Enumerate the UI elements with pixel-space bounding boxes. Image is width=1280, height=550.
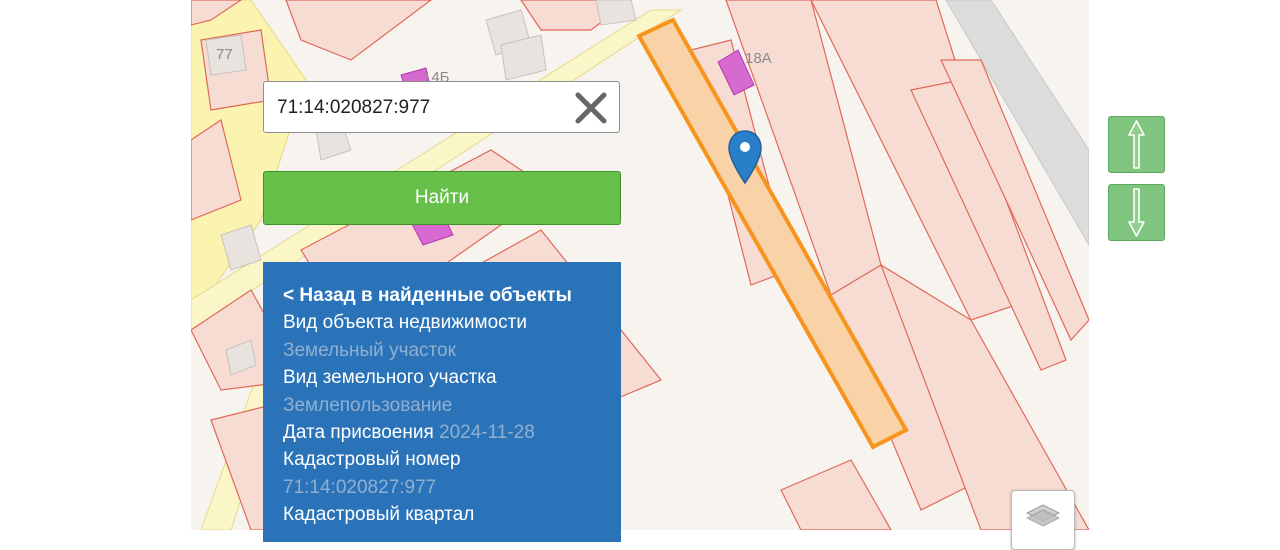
search-box bbox=[263, 81, 620, 133]
close-icon[interactable] bbox=[572, 89, 610, 127]
back-to-results-link[interactable]: < Назад в найденные объекты bbox=[283, 282, 621, 309]
layers-button[interactable] bbox=[1011, 490, 1075, 550]
layers-icon bbox=[1025, 504, 1061, 527]
map-marker-icon[interactable] bbox=[727, 129, 763, 185]
info-panel: < Назад в найденные объекты Вид объекта … bbox=[263, 262, 621, 542]
search-input[interactable] bbox=[277, 94, 567, 122]
map-label-18a: 18А bbox=[745, 50, 772, 67]
arrow-up-button[interactable] bbox=[1108, 116, 1165, 173]
date-label: Дата присвоения bbox=[283, 422, 434, 444]
date-row: Дата присвоения 2024-11-28 bbox=[283, 419, 621, 446]
arrow-down-button[interactable] bbox=[1108, 184, 1165, 241]
date-value: 2024-11-28 bbox=[439, 422, 535, 444]
cadastral-number-label: Кадастровый номер bbox=[283, 449, 461, 471]
object-type-label: Вид объекта недвижимости bbox=[283, 312, 527, 334]
cadastral-number-value: 71:14:020827:977 bbox=[283, 476, 437, 498]
arrow-down-icon bbox=[1128, 188, 1145, 237]
map-label-77: 77 bbox=[216, 46, 233, 63]
arrow-up-icon bbox=[1128, 120, 1145, 169]
cadastral-quarter-label: Кадастровый квартал bbox=[283, 504, 475, 526]
land-type-value: Землепользование bbox=[283, 394, 453, 416]
find-button[interactable]: Найти bbox=[263, 171, 621, 225]
land-type-label: Вид земельного участка bbox=[283, 367, 497, 389]
object-type-value: Земельный участок bbox=[283, 339, 456, 361]
